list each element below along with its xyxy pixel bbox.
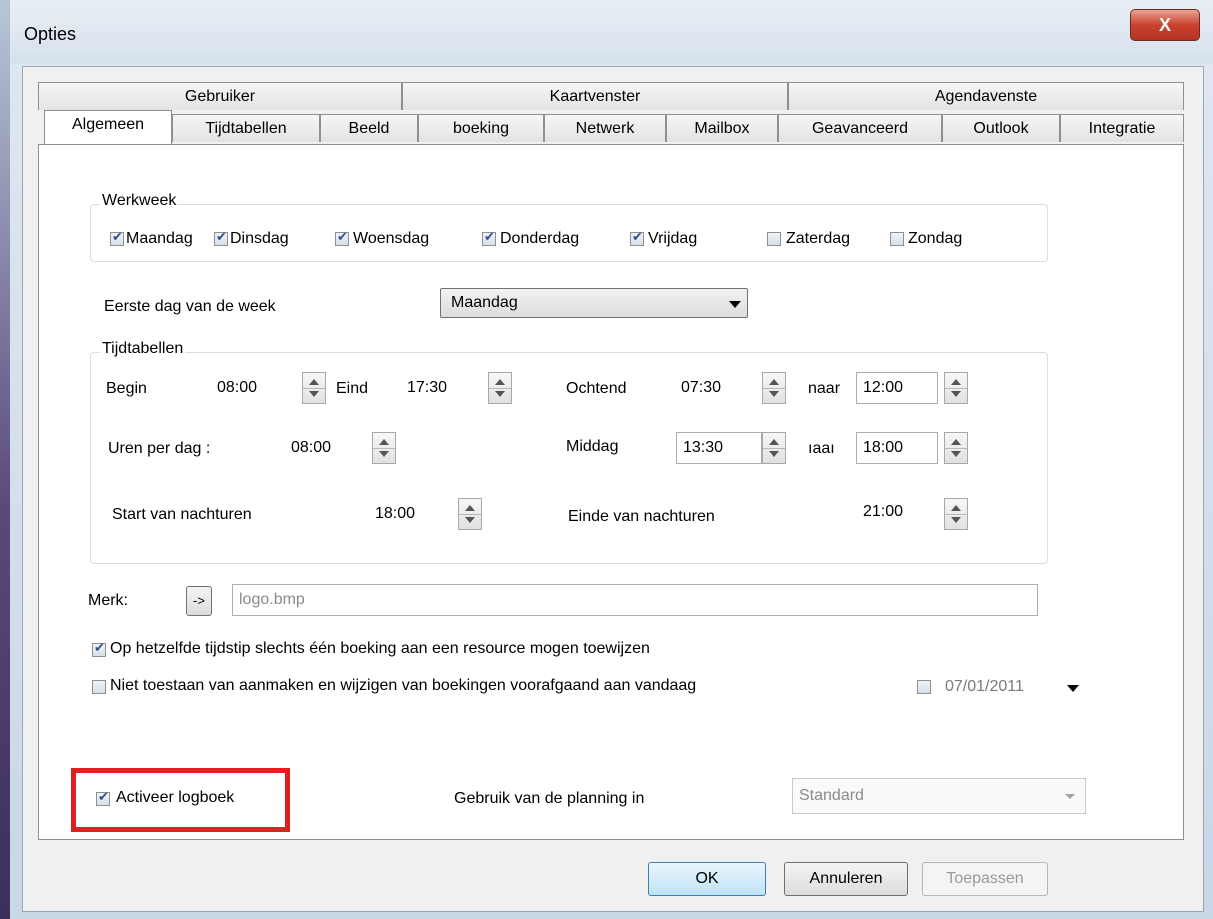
date-picker[interactable]: 07/01/2011 (906, 670, 1086, 704)
tab-algemeen[interactable]: Algemeen (44, 110, 172, 144)
cancel-button[interactable]: Annuleren (784, 862, 908, 896)
merk-label: Merk: (88, 592, 128, 609)
middag-to-field[interactable]: 18:00 (856, 432, 938, 464)
planning-value: Standard (799, 787, 864, 804)
tab-tijdtabellen[interactable]: Tijdtabellen (172, 114, 320, 142)
checkbox-maandag[interactable] (110, 230, 124, 246)
close-button[interactable]: X (1130, 9, 1200, 41)
tab-outlook[interactable]: Outlook (942, 114, 1060, 142)
window-title: Opties (24, 24, 77, 44)
eind-spinner[interactable] (488, 372, 512, 404)
middag-label: Middag (566, 438, 619, 455)
tab-geavanceerd[interactable]: Geavanceerd (778, 114, 942, 142)
einde-nacht-field[interactable]: 21:00 (856, 496, 938, 528)
checkbox-dinsdag[interactable] (214, 230, 228, 246)
tab-kaartvenster[interactable]: Kaartvenster (402, 82, 788, 110)
tab-gebruiker[interactable]: Gebruiker (38, 82, 402, 110)
apply-button[interactable]: Toepassen (922, 862, 1048, 896)
middag-from-field[interactable]: 13:30 (676, 432, 762, 464)
checkbox-woensdag[interactable] (335, 230, 349, 246)
begin-spinner[interactable] (302, 372, 326, 404)
label-maandag: Maandag (126, 230, 193, 247)
desktop-edge (0, 0, 10, 919)
begin-label: Begin (106, 380, 147, 397)
ochtend-from-spinner[interactable] (762, 372, 786, 404)
date-value: 07/01/2011 (945, 678, 1024, 695)
uren-spinner[interactable] (372, 432, 396, 464)
checkbox-donderdag[interactable] (482, 230, 496, 246)
ochtend-label: Ochtend (566, 380, 627, 397)
label-vrijdag: Vrijdag (648, 230, 698, 247)
ochtend-from-field[interactable]: 07:30 (674, 372, 762, 404)
calendar-dropdown-icon[interactable] (1067, 685, 1079, 692)
tijdtabellen-label: Tijdtabellen (100, 340, 186, 358)
first-day-select[interactable]: Maandag (440, 288, 748, 318)
merk-browse-button[interactable]: -> (186, 586, 212, 616)
ochtend-to-field[interactable]: 12:00 (856, 372, 938, 404)
checkbox-zondag[interactable] (890, 232, 904, 246)
tab-boeking[interactable]: boeking (418, 114, 544, 142)
start-nacht-label: Start van nachturen (112, 506, 252, 523)
eind-label: Eind (336, 380, 369, 397)
tab-beeld[interactable]: Beeld (320, 114, 418, 142)
chevron-down-icon (1065, 794, 1075, 799)
ochtend-to-spinner[interactable] (944, 372, 968, 404)
middag-from-spinner[interactable] (762, 432, 786, 464)
start-nacht-spinner[interactable] (458, 498, 482, 530)
label-woensdag: Woensdag (353, 230, 430, 247)
ochtend-naar-label: naar (808, 380, 841, 397)
label-dinsdag: Dinsdag (230, 230, 289, 247)
label-donderdag: Donderdag (500, 230, 580, 247)
eind-time-field[interactable]: 17:30 (400, 372, 490, 404)
tab-mailbox[interactable]: Mailbox (666, 114, 778, 142)
first-day-value: Maandag (451, 294, 518, 311)
checkbox-vrijdag[interactable] (630, 230, 644, 246)
checkbox-single-booking[interactable] (92, 641, 106, 657)
planning-label: Gebruik van de planning in (454, 790, 645, 807)
ok-button[interactable]: OK (648, 862, 766, 896)
middag-to-spinner[interactable] (944, 432, 968, 464)
einde-nacht-label: Einde van nachturen (568, 508, 715, 525)
merk-field[interactable]: logo.bmp (232, 584, 1038, 616)
planning-select[interactable]: Standard (792, 778, 1086, 814)
first-day-label: Eerste dag van de week (104, 298, 276, 315)
begin-time-field[interactable]: 08:00 (210, 372, 304, 404)
checkbox-zaterdag[interactable] (767, 232, 781, 246)
label-single-booking: Op hetzelfde tijdstip slechts één boekin… (110, 640, 650, 657)
uren-field[interactable]: 08:00 (284, 432, 368, 464)
checkbox-no-past[interactable] (92, 680, 106, 694)
highlight-box (71, 768, 290, 832)
middag-naar-label: ıaaı (808, 440, 835, 457)
einde-nacht-spinner[interactable] (944, 498, 968, 530)
start-nacht-field[interactable]: 18:00 (368, 498, 454, 530)
date-checkbox[interactable] (917, 680, 931, 694)
tab-integratie[interactable]: Integratie (1060, 114, 1184, 142)
label-zaterdag: Zaterdag (786, 230, 851, 247)
label-no-past: Niet toestaan van aanmaken en wijzigen v… (110, 677, 697, 694)
title-bar: Opties (10, 0, 1213, 64)
werkweek-label: Werkweek (100, 192, 179, 210)
tab-netwerk[interactable]: Netwerk (544, 114, 666, 142)
label-zondag: Zondag (908, 230, 963, 247)
uren-label: Uren per dag : (108, 440, 211, 457)
tab-agendavenste[interactable]: Agendavenste (788, 82, 1184, 110)
chevron-down-icon (729, 301, 741, 308)
